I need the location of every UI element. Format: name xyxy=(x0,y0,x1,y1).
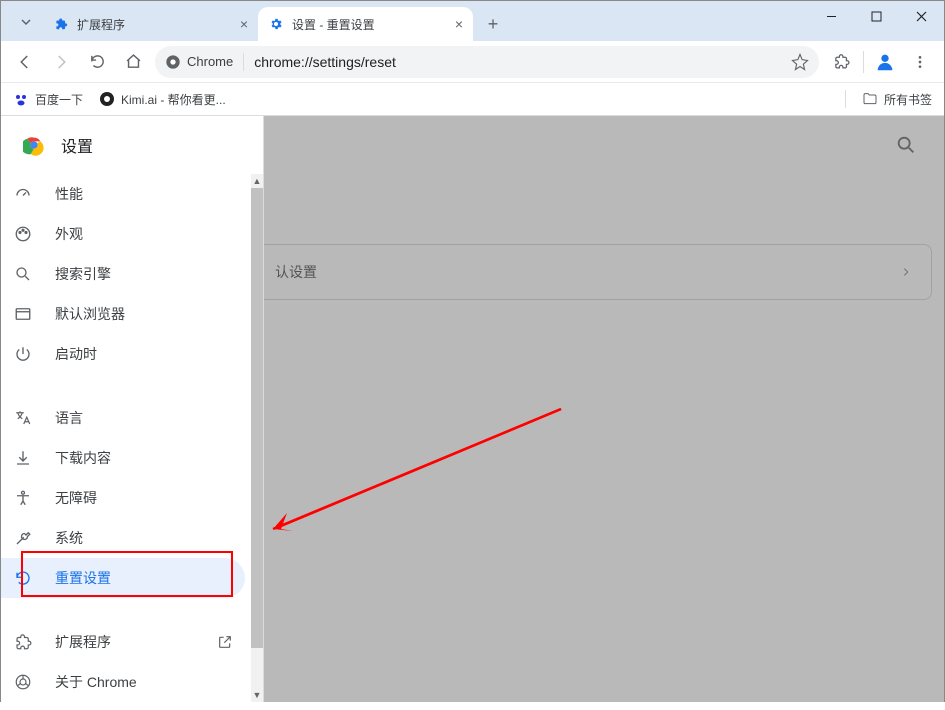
nav-label: 无障碍 xyxy=(55,488,97,508)
close-icon[interactable]: × xyxy=(240,16,248,32)
bookmark-label: Kimi.ai - 帮你看更... xyxy=(121,91,226,108)
puzzle-icon xyxy=(13,632,33,652)
nav-downloads[interactable]: 下载内容 xyxy=(1,438,245,478)
bookmark-baidu[interactable]: 百度一下 xyxy=(13,91,83,108)
nav-label: 语言 xyxy=(55,408,83,428)
tab-extensions[interactable]: 扩展程序 × xyxy=(43,7,258,41)
bookmark-label: 百度一下 xyxy=(35,91,83,108)
speed-icon xyxy=(13,184,33,204)
sidebar-scroll-area: ▲ ▼ 性能 外观 搜索引擎 默认浏览器 启动时 语言 下载内容 无障碍 系统 … xyxy=(1,174,263,702)
tab-title: 设置 - 重置设置 xyxy=(292,16,375,33)
nav-search-engine[interactable]: 搜索引擎 xyxy=(1,254,245,294)
close-icon[interactable]: × xyxy=(455,16,463,32)
power-icon xyxy=(13,344,33,364)
divider xyxy=(845,90,846,108)
content-area: 设置 ▲ ▼ 性能 外观 搜索引擎 默认浏览器 启动时 语言 下载内容 无障碍 … xyxy=(1,116,944,702)
nav-about-chrome[interactable]: 关于 Chrome xyxy=(1,662,245,702)
wrench-icon xyxy=(13,528,33,548)
scroll-down-arrow[interactable]: ▼ xyxy=(251,688,263,702)
nav-label: 默认浏览器 xyxy=(55,304,125,324)
bookmarks-bar: 百度一下 Kimi.ai - 帮你看更... 所有书签 xyxy=(1,83,944,116)
settings-sidebar: 设置 ▲ ▼ 性能 外观 搜索引擎 默认浏览器 启动时 语言 下载内容 无障碍 … xyxy=(1,116,264,702)
accessibility-icon xyxy=(13,488,33,508)
gear-icon xyxy=(268,16,284,32)
maximize-button[interactable] xyxy=(854,1,899,31)
chrome-badge-icon xyxy=(165,54,181,70)
nav-languages[interactable]: 语言 xyxy=(1,398,245,438)
chrome-chip: Chrome xyxy=(187,54,233,69)
nav-on-startup[interactable]: 启动时 xyxy=(1,334,245,374)
star-icon[interactable] xyxy=(791,53,809,71)
url-text: chrome://settings/reset xyxy=(254,54,785,70)
address-bar[interactable]: Chrome chrome://settings/reset xyxy=(155,46,819,78)
nav-label: 重置设置 xyxy=(55,568,111,588)
back-button[interactable] xyxy=(11,48,39,76)
reset-icon xyxy=(13,568,33,588)
kimi-icon xyxy=(99,91,115,107)
nav-label: 关于 Chrome xyxy=(55,672,137,692)
chrome-logo-icon xyxy=(23,134,45,156)
title-bar: 扩展程序 × 设置 - 重置设置 × + xyxy=(1,1,944,41)
puzzle-icon xyxy=(53,16,69,32)
settings-nav: 性能 外观 搜索引擎 默认浏览器 启动时 语言 下载内容 无障碍 系统 重置设置… xyxy=(1,174,251,710)
extensions-button[interactable] xyxy=(827,48,855,76)
open-external-icon xyxy=(217,634,233,650)
nav-label: 启动时 xyxy=(55,344,97,364)
nav-system[interactable]: 系统 xyxy=(1,518,245,558)
baidu-icon xyxy=(13,91,29,107)
translate-icon xyxy=(13,408,33,428)
browser-icon xyxy=(13,304,33,324)
nav-appearance[interactable]: 外观 xyxy=(1,214,245,254)
minimize-button[interactable] xyxy=(809,1,854,31)
palette-icon xyxy=(13,224,33,244)
new-tab-button[interactable]: + xyxy=(479,10,507,38)
download-icon xyxy=(13,448,33,468)
browser-toolbar: Chrome chrome://settings/reset xyxy=(1,41,944,83)
profile-button[interactable] xyxy=(872,49,898,75)
nav-label: 扩展程序 xyxy=(55,632,111,652)
scroll-up-arrow[interactable]: ▲ xyxy=(251,174,263,188)
tab-search-button[interactable] xyxy=(11,7,41,37)
nav-label: 外观 xyxy=(55,224,83,244)
scrollbar-thumb[interactable] xyxy=(251,188,263,648)
nav-reset[interactable]: 重置设置 xyxy=(1,558,245,598)
all-bookmarks-button[interactable]: 所有书签 xyxy=(884,91,932,108)
dim-overlay xyxy=(264,116,944,702)
close-button[interactable] xyxy=(899,1,944,31)
reload-button[interactable] xyxy=(83,48,111,76)
nav-label: 系统 xyxy=(55,528,83,548)
tab-settings[interactable]: 设置 - 重置设置 × xyxy=(258,7,473,41)
forward-button[interactable] xyxy=(47,48,75,76)
settings-title: 设置 xyxy=(61,133,93,157)
nav-performance[interactable]: 性能 xyxy=(1,174,245,214)
search-icon xyxy=(13,264,33,284)
divider xyxy=(863,51,864,73)
divider xyxy=(243,53,244,71)
nav-accessibility[interactable]: 无障碍 xyxy=(1,478,245,518)
nav-label: 性能 xyxy=(55,184,83,204)
nav-extensions[interactable]: 扩展程序 xyxy=(1,622,245,662)
chrome-outline-icon xyxy=(13,672,33,692)
folder-icon xyxy=(862,91,878,107)
nav-label: 搜索引擎 xyxy=(55,264,111,284)
home-button[interactable] xyxy=(119,48,147,76)
nav-label: 下载内容 xyxy=(55,448,111,468)
menu-button[interactable] xyxy=(906,48,934,76)
nav-default-browser[interactable]: 默认浏览器 xyxy=(1,294,245,334)
window-controls xyxy=(809,1,944,31)
tab-title: 扩展程序 xyxy=(77,16,125,33)
settings-main-pane: 认设置 xyxy=(264,116,944,702)
bookmark-kimi[interactable]: Kimi.ai - 帮你看更... xyxy=(99,91,226,108)
settings-title-row: 设置 xyxy=(1,116,263,174)
